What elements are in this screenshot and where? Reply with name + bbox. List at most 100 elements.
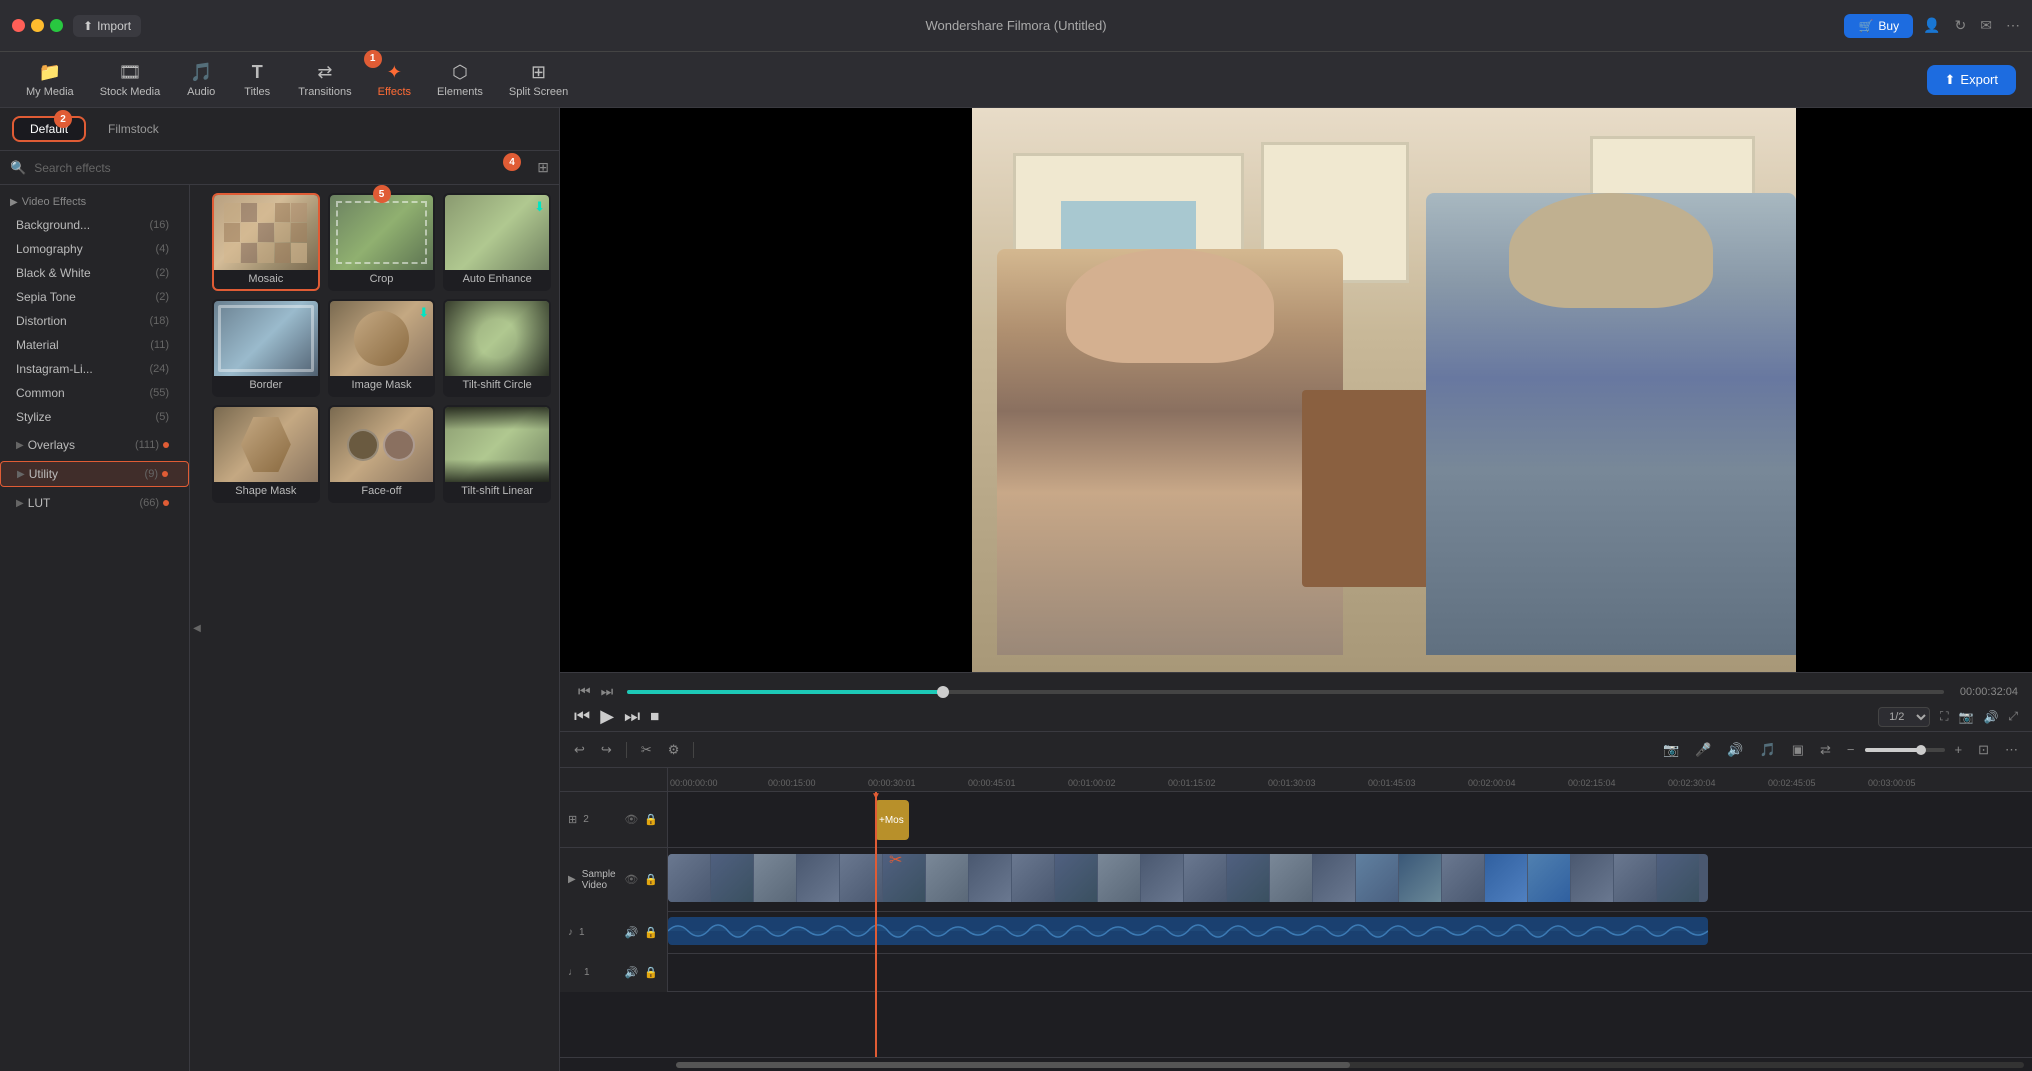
vstrip-frame (926, 854, 968, 902)
tab-default[interactable]: Default (12, 116, 86, 142)
voice-button[interactable]: 🔊 (1723, 740, 1747, 760)
fit-timeline-button[interactable]: ⊡ (1974, 740, 1993, 760)
effect-card-shape-mask[interactable]: Shape Mask (212, 405, 320, 503)
track-video-lock-button[interactable]: 🔒 (643, 872, 659, 887)
quality-select[interactable]: 1/2 Full 1/4 (1878, 707, 1930, 727)
effect-card-border[interactable]: Border (212, 299, 320, 397)
buy-button[interactable]: 🛒 Buy (1844, 14, 1913, 38)
mic-button[interactable]: 🎤 (1691, 740, 1715, 760)
effect-card-face-off[interactable]: Face-off (328, 405, 436, 503)
track-video-controls: 👁 🔒 (623, 872, 659, 887)
sidebar-item-instagram[interactable]: Instagram-Li... (24) (0, 357, 189, 381)
zoom-out-button[interactable]: − (1843, 740, 1859, 759)
track-fx-eye-button[interactable]: 👁 (623, 812, 639, 827)
refresh-icon[interactable]: ↻ (1955, 17, 1967, 34)
toolbar-item-titles[interactable]: T Titles (232, 58, 282, 102)
sidebar-item-lut[interactable]: ▶ LUT (66) (0, 491, 189, 515)
scroll-track[interactable] (676, 1062, 2024, 1068)
cut-button[interactable]: ✂ (637, 740, 656, 760)
close-button[interactable] (12, 19, 25, 32)
ruler-mark-8: 00:02:00:04 (1468, 778, 1568, 788)
track-fx-lock-button[interactable]: 🔒 (643, 812, 659, 827)
video-effects-header[interactable]: ▶ Video Effects (0, 191, 189, 213)
export-button[interactable]: ⬆ Export (1927, 65, 2016, 95)
undo-button[interactable]: ↩ (570, 740, 589, 760)
sidebar-item-material[interactable]: Material (11) (0, 333, 189, 357)
track-fx-icon: ⊞ (568, 813, 577, 826)
prev-frame-button[interactable]: ⏮ (574, 681, 595, 702)
account-icon[interactable]: 👤 (1923, 17, 1940, 34)
sidebar-item-common[interactable]: Common (55) (0, 381, 189, 405)
effect-label-mosaic: Mosaic (244, 270, 287, 289)
effect-card-tilt-shift-linear[interactable]: Tilt-shift Linear (443, 405, 551, 503)
effect-card-tilt-shift-circle[interactable]: Tilt-shift Circle (443, 299, 551, 397)
vstrip-frame (1012, 854, 1054, 902)
transition-tl-button[interactable]: ⇄ (1816, 740, 1835, 760)
toolbar-item-split-screen[interactable]: ⊞ Split Screen (499, 58, 578, 102)
zoom-in-button[interactable]: + (1951, 740, 1967, 759)
panel-collapse-handle[interactable]: ◀ (190, 185, 204, 1071)
redo-button[interactable]: ↪ (597, 740, 616, 760)
track-audio-speaker-button[interactable]: 🔊 (624, 925, 640, 940)
stop-button[interactable]: ⏹ (650, 706, 659, 727)
minimize-button[interactable] (31, 19, 44, 32)
skip-back-button[interactable]: ⏮ (574, 706, 590, 727)
vstrip-frame (1528, 854, 1570, 902)
effect-card-auto-enhance[interactable]: ⬇ Auto Enhance (443, 193, 551, 291)
sidebar-item-overlays[interactable]: ▶ Overlays (111) (0, 433, 189, 457)
toolbar-item-effects[interactable]: 1 ✦ Effects (368, 58, 421, 102)
zoom-track[interactable] (1865, 748, 1945, 752)
sidebar-item-stylize[interactable]: Stylize (5) (0, 405, 189, 429)
scroll-thumb[interactable] (676, 1062, 1350, 1068)
track-audio-2-speaker-button[interactable]: 🔊 (624, 965, 640, 980)
search-input[interactable] (34, 161, 529, 175)
volume-icon[interactable]: 🔊 (1983, 710, 1998, 724)
track-audio-2-lock-button[interactable]: 🔒 (643, 965, 659, 980)
track-fx-content: + Mos (668, 792, 2032, 847)
tab-filmstock[interactable]: Filmstock (92, 116, 175, 142)
toolbar-item-my-media[interactable]: 📁 My Media (16, 58, 84, 102)
effect-card-mosaic[interactable]: Mosaic (212, 193, 320, 291)
ellipsis-icon[interactable]: ⋯ (2006, 17, 2020, 34)
effect-card-crop[interactable]: Crop (328, 193, 436, 291)
search-icon: 🔍 (10, 160, 26, 176)
sidebar-item-material-count: (11) (150, 339, 169, 351)
sidebar-item-distortion[interactable]: Distortion (18) (0, 309, 189, 333)
toolbar-item-stock-media[interactable]: 🎞 Stock Media (90, 58, 171, 102)
sidebar-item-utility[interactable]: ▶ Utility (9) (0, 461, 189, 487)
maximize-icon[interactable]: ⤢ (2008, 709, 2018, 724)
track-audio-lock-button[interactable]: 🔒 (643, 925, 659, 940)
sticker-button[interactable]: ▣ (1788, 740, 1808, 760)
progress-handle[interactable] (937, 686, 949, 698)
mail-icon[interactable]: ✉ (1980, 17, 1992, 34)
effects-label: Effects (378, 86, 411, 98)
grid-toggle-icon[interactable]: ⊞ (537, 159, 549, 176)
zoom-handle[interactable] (1916, 745, 1926, 755)
sidebar-item-lomography[interactable]: Lomography (4) (0, 237, 189, 261)
progress-bar[interactable] (627, 690, 1944, 694)
sidebar-item-background[interactable]: Background... (16) (0, 213, 189, 237)
more-options-button[interactable]: ⋯ (2001, 740, 2022, 760)
toolbar-item-elements[interactable]: ⬡ Elements (427, 58, 493, 102)
settings-button[interactable]: ⚙ (664, 740, 684, 760)
play-forward-button[interactable]: ⏭ (624, 706, 640, 727)
fullscreen-icon[interactable]: ⛶ (1940, 709, 1948, 724)
play-pause-button[interactable]: ▶ (600, 706, 614, 727)
track-audio-2-icon: ♩ (568, 967, 578, 978)
track-video-eye-button[interactable]: 👁 (623, 872, 639, 887)
camera-button[interactable]: 📷 (1659, 740, 1683, 760)
sidebar-item-overlays-label: Overlays (28, 438, 75, 452)
sidebar-item-sepia-tone[interactable]: Sepia Tone (2) (0, 285, 189, 309)
toolbar-item-audio[interactable]: 🎵 Audio (176, 58, 226, 102)
next-frame-button[interactable]: ⏭ (597, 681, 618, 702)
import-button[interactable]: ⬆ Import (73, 15, 141, 37)
fx-clip-mosaic[interactable]: + Mos (875, 800, 909, 840)
fullscreen-button[interactable] (50, 19, 63, 32)
effect-thumb-tilt-shift-linear (445, 407, 549, 482)
effect-card-image-mask[interactable]: ⬇ Image Mask (328, 299, 436, 397)
music-button[interactable]: 🎵 (1756, 740, 1780, 760)
sidebar-item-black-white[interactable]: Black & White (2) (0, 261, 189, 285)
toolbar-item-transitions[interactable]: ⇄ Transitions (288, 58, 361, 102)
cart-icon: 🛒 (1858, 19, 1873, 33)
snapshot-icon[interactable]: 📷 (1958, 710, 1973, 724)
